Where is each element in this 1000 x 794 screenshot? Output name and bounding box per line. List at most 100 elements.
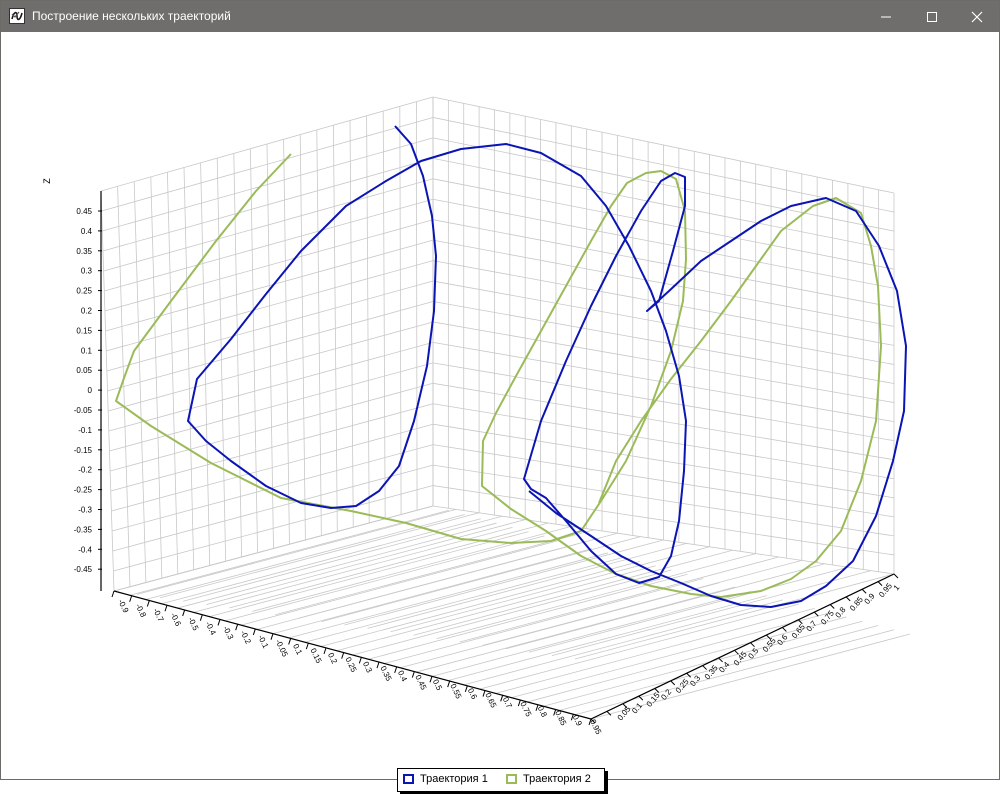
plot-area: 0.45 0.4 0.35 0.3 0.25 0.2 0.15 0.1 0.05 0 -0.05 -0…: [1, 32, 999, 792]
x-tick-label: 0.4: [396, 669, 409, 683]
z-tick-label: 0.4: [81, 227, 93, 236]
maximize-button[interactable]: [909, 1, 955, 32]
x-tick-label: 0.5: [431, 678, 444, 692]
z-tick-label: -0.1: [78, 426, 92, 435]
y-tick: [845, 596, 851, 602]
floor-grid-line: [321, 536, 641, 622]
z-tick-label: 0.35: [76, 247, 92, 256]
y-tick: [750, 642, 755, 648]
left-wall-grid-line: [100, 190, 115, 592]
y-tick-label: 0.7: [804, 619, 818, 634]
legend-label-2: Траектория 2: [523, 773, 591, 785]
left-wall-grid-line: [299, 134, 306, 541]
chart-window: Построение нескольких траекторий 0.45 0.4…: [0, 0, 1000, 792]
chart-3d[interactable]: 0.450.40.350.30.250.20.150.10.050-0.05-0…: [1, 32, 999, 779]
left-wall-grid-line: [133, 181, 147, 583]
x-tick-label: 0.45: [413, 673, 428, 691]
title-bar[interactable]: Построение нескольких траекторий: [1, 1, 999, 32]
floor-grid-line: [528, 566, 849, 653]
y-tick-label: 0.65: [790, 622, 807, 640]
left-wall-grid-line: [216, 158, 227, 562]
floor-grid-line: [367, 543, 687, 629]
x-tick-label: 0.25: [343, 656, 358, 674]
x-tick-label: 0.3: [361, 660, 374, 674]
x-tick-label: -0.1: [256, 633, 270, 650]
z-tick-label: -0.05: [74, 406, 93, 415]
x-tick-label: 0.35: [378, 665, 393, 683]
z-tick-label: -0.2: [78, 466, 92, 475]
trajectory-2-line: [115, 153, 882, 598]
floor-grid-line: [275, 529, 595, 616]
left-wall-grid-line: [316, 129, 322, 536]
app-chart-icon: [9, 8, 25, 24]
z-tick-label: 0.3: [81, 267, 93, 276]
left-wall-grid-line: [250, 148, 258, 553]
x-tick-label: -0.5: [186, 616, 200, 633]
x-tick-label: 0.1: [291, 642, 304, 656]
x-tick-label: -0.3: [221, 625, 235, 642]
z-tick-label: -0.35: [74, 525, 93, 534]
label-layer: 0.450.40.350.30.250.20.150.10.050-0.05-0…: [42, 178, 902, 737]
x-tick-label: -0.4: [204, 620, 218, 637]
left-wall-grid-line: [167, 172, 179, 575]
z-axis-title: Z: [42, 178, 52, 184]
legend-item-trajectory-2[interactable]: Траектория 2: [506, 773, 601, 787]
z-tick-label: -0.3: [78, 506, 92, 515]
left-wall-grid-line: [150, 176, 163, 579]
y-tick: [893, 573, 899, 579]
x-tick-label: -0.6: [169, 611, 183, 628]
minimize-button[interactable]: [863, 1, 909, 32]
y-tick-label: 0.4: [717, 660, 731, 675]
y-tick: [877, 581, 883, 586]
x-tick-label: -0.2: [239, 629, 253, 646]
y-tick: [813, 611, 819, 617]
legend-swatch-1: [403, 774, 414, 784]
x-tick-label: 0.15: [308, 647, 323, 665]
y-tick-label: 0.85: [848, 595, 865, 613]
x-tick-label: 0.95: [588, 718, 603, 736]
close-button[interactable]: [954, 1, 1000, 32]
window-title: Построение нескольких траекторий: [32, 9, 231, 23]
legend-box: Траектория 1 Траектория 2: [397, 768, 605, 792]
y-tick-label: 0.75: [819, 608, 836, 626]
x-tick-label: -0.8: [134, 602, 148, 619]
floor-grid-line: [252, 526, 572, 612]
close-icon: [971, 11, 983, 23]
minimize-icon: [881, 16, 891, 18]
z-tick-label: -0.25: [74, 486, 93, 495]
legend-swatch-2: [506, 774, 517, 784]
y-tick: [861, 588, 867, 594]
left-wall-grid-line: [117, 186, 131, 587]
y-axis-line: [590, 573, 895, 720]
x-tick-label: -0.7: [151, 607, 165, 624]
y-tick-label: 0.05: [616, 704, 633, 722]
z-tick-label: -0.4: [78, 545, 92, 554]
y-tick-label: 0.9: [863, 591, 877, 606]
x-tick: [217, 619, 221, 626]
axis-layer: [98, 191, 899, 726]
legend-item-trajectory-1[interactable]: Траектория 1: [403, 773, 498, 787]
y-tick-label: 0.5: [746, 646, 760, 661]
x-tick-label: 0.2: [326, 651, 339, 665]
x-tick: [288, 638, 292, 645]
floor-grid-line: [229, 522, 549, 609]
grid-layer: [100, 96, 911, 720]
x-tick: [270, 633, 274, 640]
y-tick: [782, 627, 787, 632]
floor-grid-line: [183, 515, 503, 602]
x-tick: [305, 642, 309, 650]
x-tick: [129, 595, 133, 602]
floor-grid-line: [574, 573, 895, 660]
y-tick-label: 0.35: [703, 663, 720, 681]
z-tick-label: 0.45: [76, 207, 92, 216]
y-tick: [670, 680, 676, 686]
y-tick-label: 0.6: [775, 632, 789, 647]
x-tick: [111, 590, 115, 598]
z-tick-label: 0.1: [81, 346, 93, 355]
x-tick: [323, 647, 327, 655]
floor-grid-line: [459, 556, 779, 643]
x-tick-label: -0.05: [274, 638, 290, 659]
x-tick: [164, 605, 168, 612]
x-tick: [376, 661, 380, 669]
z-tick-label: 0.2: [81, 307, 93, 316]
